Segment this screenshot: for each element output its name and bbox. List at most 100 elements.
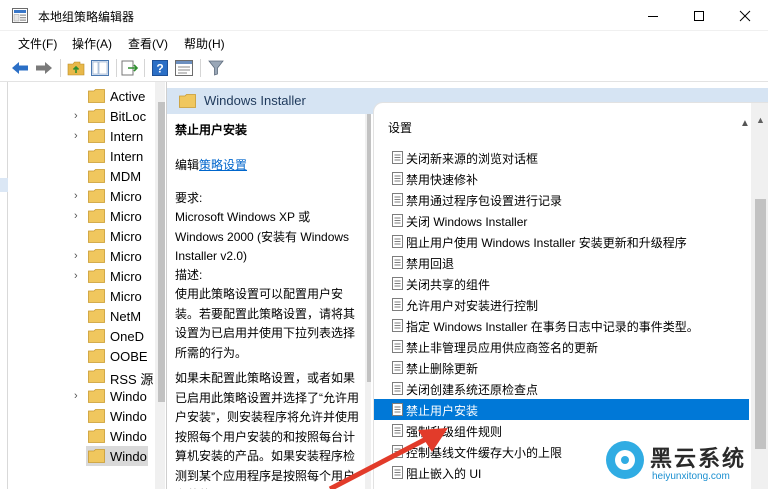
show-hide-tree-button[interactable] [90, 58, 110, 78]
chevron-right-icon[interactable]: › [74, 190, 78, 202]
policy-setting-icon [392, 193, 403, 206]
chevron-right-icon[interactable]: › [74, 110, 78, 122]
menu-view[interactable]: 查看(V) [128, 35, 168, 52]
setting-row[interactable]: 阻止用户使用 Windows Installer 安装更新和升级程序 [374, 231, 749, 252]
tree-item-label: Micro [110, 229, 142, 244]
setting-row-label: 禁用快速修补 [406, 173, 479, 187]
folder-icon [88, 409, 105, 423]
setting-row[interactable]: 关闭 Windows Installer [374, 210, 749, 231]
scroll-up-icon[interactable]: ▲ [756, 115, 765, 125]
close-button[interactable] [722, 0, 768, 31]
console-tree-icon [91, 60, 109, 76]
tree-item[interactable]: Windo [8, 406, 148, 426]
chevron-right-icon[interactable]: › [74, 250, 78, 262]
tree-item[interactable]: › Micro [8, 246, 148, 266]
description-scrollbar-thumb[interactable] [367, 114, 371, 382]
tree-item[interactable]: Windo [8, 426, 148, 446]
tree-item[interactable]: › BitLoc [8, 106, 148, 126]
folder-icon [88, 129, 105, 143]
tree-item[interactable]: OneD [8, 326, 148, 346]
toolbar-separator [60, 59, 61, 77]
setting-row-label: 禁止用户安装 [406, 404, 479, 418]
chevron-right-icon[interactable]: › [74, 270, 78, 282]
policy-setting-icon [392, 319, 403, 332]
tree-item[interactable]: Windo [8, 446, 148, 466]
chevron-right-icon[interactable]: › [74, 210, 78, 222]
tree-item[interactable]: › Intern [8, 126, 148, 146]
tree-item-label: Active [110, 89, 146, 104]
setting-row[interactable]: 禁用回退 [374, 252, 749, 273]
tree-item[interactable]: RSS 源 [8, 366, 153, 387]
setting-row[interactable]: 关闭创建系统还原检查点 [374, 378, 749, 399]
help-icon: ? [152, 60, 168, 76]
settings-scrollbar-thumb[interactable] [755, 199, 766, 449]
setting-row[interactable]: 禁止删除更新 [374, 357, 749, 378]
setting-row[interactable]: 禁用快速修补 [374, 168, 749, 189]
folder-icon [88, 369, 105, 383]
policy-setting-icon [392, 172, 403, 185]
watermark-logo-icon [606, 441, 644, 479]
folder-up-icon [67, 61, 85, 76]
setting-row[interactable]: 允许用户对安装进行控制 [374, 294, 749, 315]
tree-item-label: Micro [110, 289, 142, 304]
policy-setting-icon [392, 214, 403, 227]
folder-icon [88, 269, 105, 283]
tree-item[interactable]: NetM [8, 306, 148, 326]
policy-setting-icon [392, 277, 403, 290]
tree-item[interactable]: › Micro [8, 266, 148, 286]
tree-item[interactable]: Micro [8, 286, 148, 306]
properties-button[interactable] [174, 58, 194, 78]
tree-item-label: Micro [110, 249, 142, 264]
setting-row[interactable]: 禁止用户安装 [374, 399, 749, 420]
menu-help[interactable]: 帮助(H) [184, 35, 225, 52]
setting-row-label: 禁止删除更新 [406, 362, 479, 376]
setting-row[interactable]: 指定 Windows Installer 在事务日志中记录的事件类型。 [374, 315, 749, 336]
policy-setting-icon [392, 403, 403, 416]
minimize-button[interactable] [630, 0, 676, 31]
watermark-name: 黑云系统 [650, 446, 747, 471]
help-button[interactable]: ? [150, 58, 170, 78]
tree-scrollbar-thumb[interactable] [158, 102, 165, 402]
tree-item[interactable]: › Windo [8, 386, 148, 406]
setting-row[interactable]: 禁止非管理员应用供应商签名的更新 [374, 336, 749, 357]
folder-icon [179, 94, 196, 108]
edit-prefix: 编辑 [175, 158, 200, 172]
menu-action[interactable]: 操作(A) [72, 35, 112, 52]
menu-file[interactable]: 文件(F) [18, 35, 57, 52]
settings-scrollbar[interactable]: ▲ [751, 103, 768, 489]
filter-button[interactable] [206, 58, 226, 78]
tree-item-label: Windo [110, 429, 147, 444]
forward-button[interactable] [34, 58, 54, 78]
description-text: 使用此策略设置可以配置用户安装。若要配置此策略设置，请将其设置为已启用并使用下拉… [175, 287, 356, 360]
tree-item-label: Micro [110, 209, 142, 224]
settings-column-header[interactable]: 设置 [388, 119, 412, 136]
chevron-right-icon[interactable]: › [74, 390, 78, 402]
folder-icon [88, 209, 105, 223]
setting-row[interactable]: 关闭共享的组件 [374, 273, 749, 294]
tree-item-label: Windo [110, 389, 147, 404]
folder-icon [88, 149, 105, 163]
setting-row-label: 禁用通过程序包设置进行记录 [406, 194, 563, 208]
tree-item[interactable]: Intern [8, 146, 148, 166]
back-button[interactable] [10, 58, 30, 78]
up-level-button[interactable] [66, 58, 86, 78]
setting-row-label: 关闭共享的组件 [406, 278, 491, 292]
export-list-button[interactable] [120, 58, 140, 78]
policy-setting-icon [392, 235, 403, 248]
tree-item[interactable]: Active [8, 86, 148, 106]
svg-text:?: ? [156, 62, 163, 76]
folder-icon [88, 429, 105, 443]
chevron-right-icon[interactable]: › [74, 130, 78, 142]
setting-row[interactable]: 关闭新来源的浏览对话框 [374, 147, 749, 168]
folder-icon [88, 349, 105, 363]
tree-scrollbar[interactable] [155, 82, 165, 489]
tree-item[interactable]: OOBE [8, 346, 148, 366]
properties-icon [175, 60, 193, 76]
maximize-button[interactable] [676, 0, 722, 31]
tree-item[interactable]: › Micro [8, 186, 148, 206]
tree-item[interactable]: MDM [8, 166, 148, 186]
setting-row[interactable]: 禁用通过程序包设置进行记录 [374, 189, 749, 210]
tree-item[interactable]: Micro [8, 226, 148, 246]
edit-policy-link[interactable]: 策略设置 [199, 158, 247, 172]
tree-item[interactable]: › Micro [8, 206, 148, 226]
